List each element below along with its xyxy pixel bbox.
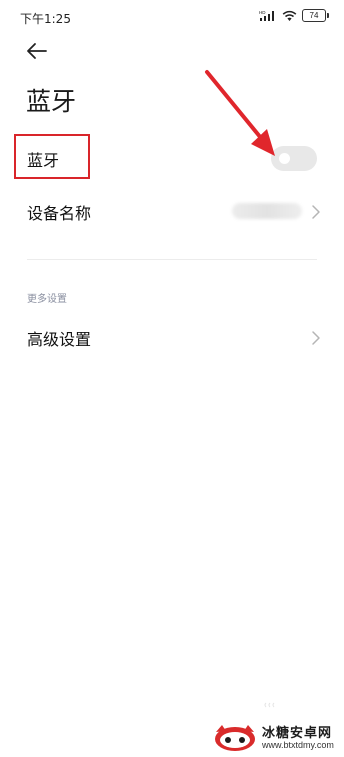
device-name-value-blurred: [232, 203, 302, 219]
battery-level: 74: [309, 11, 319, 20]
chevron-right-icon: [312, 205, 320, 219]
divider: [27, 259, 317, 260]
status-time: 下午1:25: [20, 12, 71, 26]
device-name-row[interactable]: 设备名称: [0, 188, 344, 236]
device-name-label: 设备名称: [27, 204, 92, 223]
back-button[interactable]: [24, 38, 52, 64]
battery-icon: 74: [302, 9, 329, 22]
advanced-settings-label: 高级设置: [27, 330, 92, 349]
signal-icon: HD: [259, 10, 274, 21]
bluetooth-label: 蓝牙: [27, 151, 60, 170]
bluetooth-toggle[interactable]: [271, 146, 317, 171]
page-title: 蓝牙: [26, 87, 77, 116]
back-arrow-icon: [27, 43, 47, 59]
watermark-name: 冰糖安卓网: [262, 726, 333, 741]
advanced-settings-row[interactable]: 高级设置: [0, 312, 344, 360]
watermark-logo-icon: [215, 725, 255, 751]
status-icons: HD 74: [259, 9, 329, 22]
watermark-url: www.btxtdmy.com: [262, 740, 334, 750]
heart-outline-icon: [264, 702, 275, 708]
toggle-knob: [279, 153, 290, 164]
wifi-icon: [282, 10, 297, 21]
network-type-label: HD: [259, 10, 266, 15]
chevron-right-icon: [312, 331, 320, 345]
section-header-more-settings: 更多设置: [27, 294, 67, 305]
status-bar: 下午1:25 HD 74: [0, 0, 344, 34]
